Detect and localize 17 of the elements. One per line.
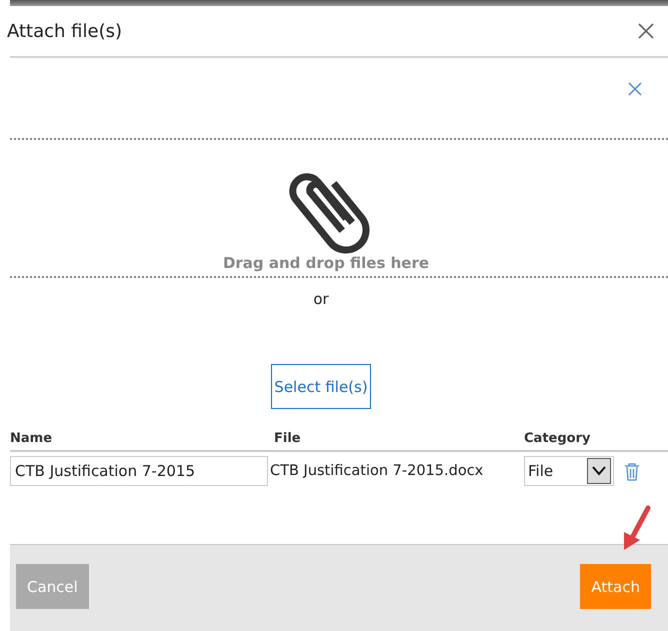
chevron-down-icon (592, 466, 606, 476)
column-header: Name (10, 431, 54, 446)
column-header: Category (524, 431, 592, 446)
or-separator: or (313, 290, 329, 308)
attach-button[interactable]: Attach (580, 564, 651, 609)
drop-zone[interactable]: Drag and drop files here (10, 138, 668, 278)
name-field[interactable]: CTB Justification 7-2015 (10, 456, 268, 486)
close-icon (628, 82, 642, 96)
category-select[interactable]: File (524, 456, 614, 486)
close-button[interactable] (638, 23, 654, 39)
drop-hint: Drag and drop files here (222, 254, 430, 272)
column-header: File (274, 431, 302, 446)
file-name: CTB Justification 7-2015.docx (270, 463, 484, 479)
close-icon (638, 23, 654, 39)
select-files-button[interactable]: Select file(s) (271, 364, 371, 409)
trash-icon (624, 462, 640, 480)
dialog-title: Attach file(s) (7, 20, 122, 42)
